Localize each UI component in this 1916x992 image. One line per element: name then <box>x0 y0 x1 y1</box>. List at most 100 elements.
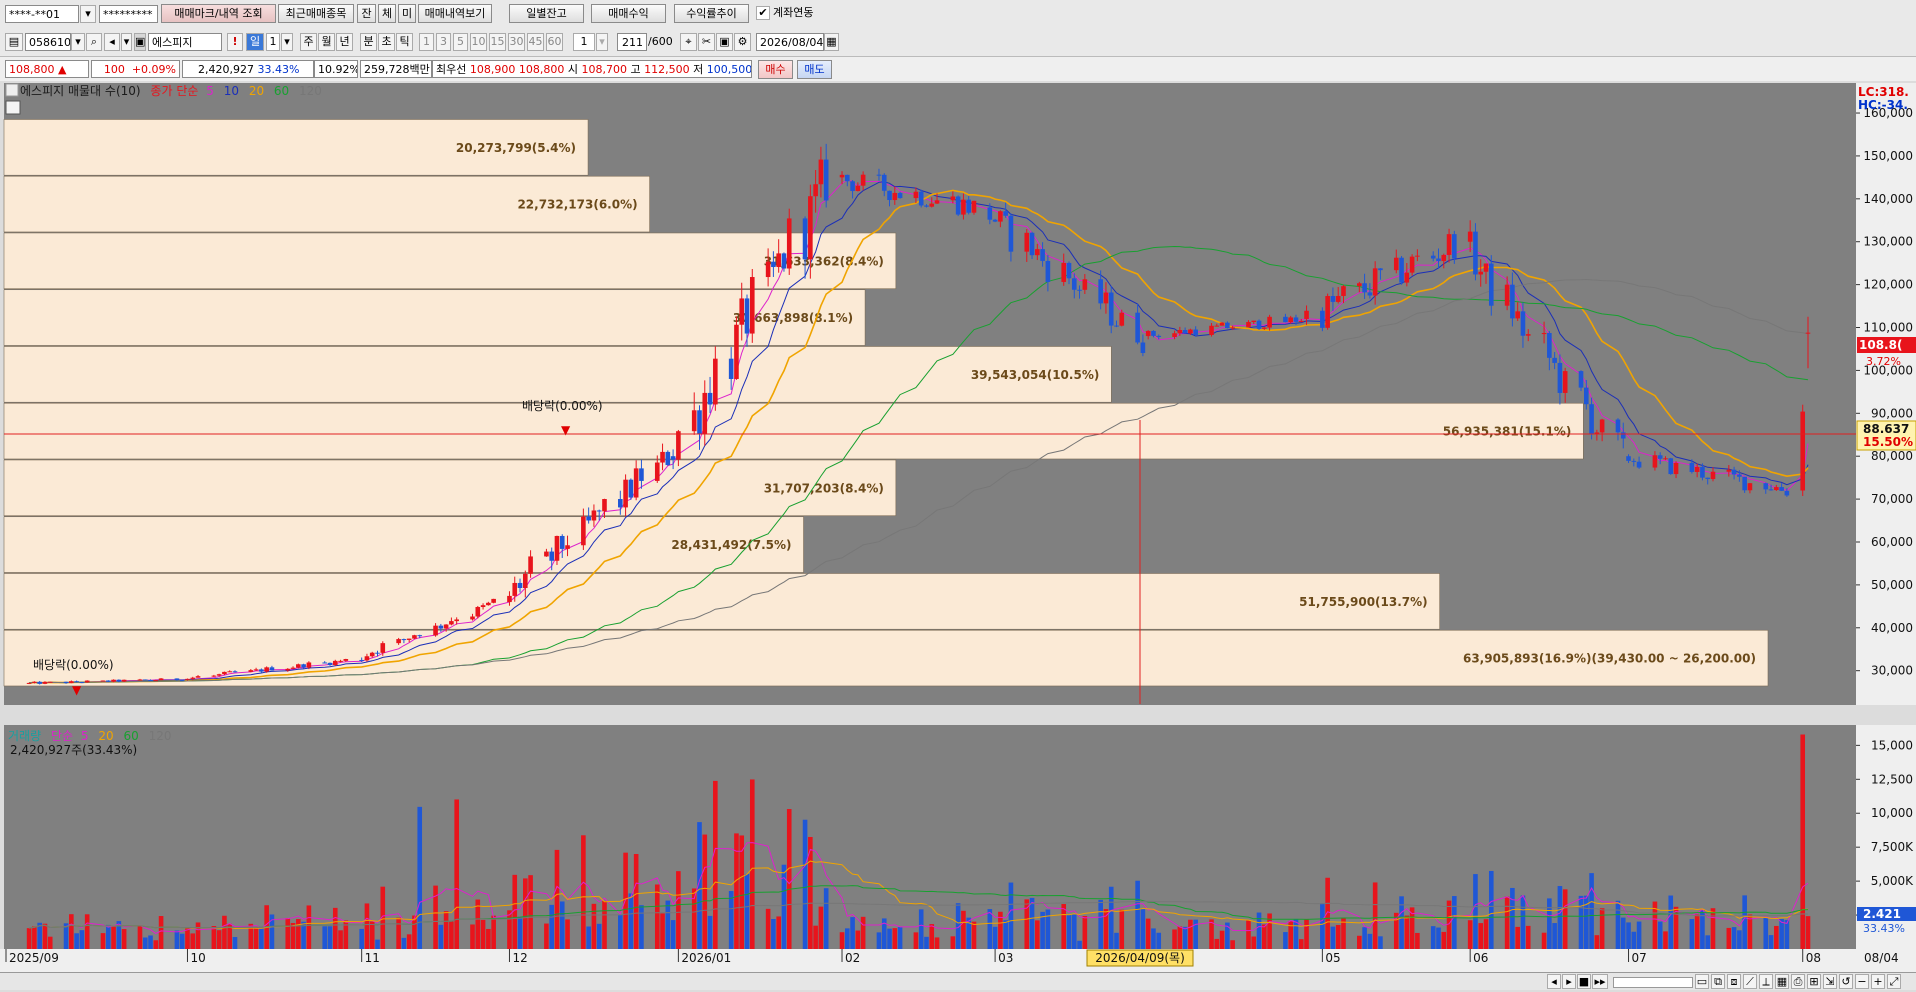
count-unit-dropdown-icon[interactable]: ▾ <box>596 33 608 51</box>
candle-body <box>565 545 570 549</box>
volume-bar <box>417 806 423 949</box>
pane-toggle-icon[interactable] <box>5 83 19 97</box>
chart-list-icon[interactable] <box>5 100 21 115</box>
volume-bar <box>992 926 998 949</box>
up-arrow-icon: ▲ <box>58 63 67 76</box>
minute-60-tab[interactable]: 60 <box>546 33 563 51</box>
scroll-first-icon[interactable]: ◂ <box>1547 974 1561 989</box>
candle-body <box>211 675 217 677</box>
volume-bar <box>1710 908 1716 949</box>
tab-executed[interactable]: 체 <box>378 4 396 23</box>
period-year-tab[interactable]: 년 <box>336 33 353 51</box>
scroll-last-icon[interactable]: ▸▸ <box>1592 974 1608 989</box>
stock-chart[interactable]: 63,905,893(16.9%)(39,430.00 ~ 26,200.00)… <box>0 81 1916 989</box>
count-unit-input[interactable]: 1 <box>573 33 595 51</box>
candle-body <box>1246 321 1251 328</box>
zoom-fit-icon[interactable]: ▭ <box>1695 974 1709 989</box>
link-checkbox[interactable]: ✔ <box>756 6 770 20</box>
crosshair-tool-icon[interactable]: ⌖ <box>680 33 697 51</box>
recent-stocks-button[interactable]: 최근매매종목 <box>278 4 354 23</box>
candle-body <box>47 681 53 683</box>
zoom-area-icon[interactable]: ⊞ <box>1807 974 1821 989</box>
layout-icon[interactable]: ⧈ <box>1727 974 1741 989</box>
trade-history-button[interactable]: 매매내역보기 <box>418 4 492 23</box>
calendar-icon[interactable]: ▦ <box>824 33 839 51</box>
buy-button[interactable]: 매수 <box>758 60 793 79</box>
volume-bar <box>850 917 855 949</box>
candle-body <box>1589 404 1594 434</box>
code-dropdown-icon[interactable]: ▾ <box>71 33 85 51</box>
sell-button[interactable]: 매도 <box>797 60 832 79</box>
print-icon[interactable]: ⎙ <box>1791 974 1805 989</box>
trade-profit-button[interactable]: 매매수익 <box>591 4 666 23</box>
bar-count-input[interactable]: 211 <box>617 33 647 51</box>
speaker-dropdown-icon[interactable]: ▾ <box>121 33 132 51</box>
price-axis-label: 30,000 <box>1871 664 1913 678</box>
stock-name-field[interactable]: 에스피지 <box>148 33 222 51</box>
search-icon[interactable]: ⌕ <box>86 33 102 51</box>
zoom-out-icon[interactable]: − <box>1855 974 1869 989</box>
account-dropdown-icon[interactable]: ▾ <box>80 5 96 23</box>
volume-bar <box>522 878 528 949</box>
candle-body <box>1784 490 1790 496</box>
candle-body <box>1520 311 1526 336</box>
settings-icon[interactable]: ⚙ <box>734 33 751 51</box>
toolbar-row-2: ▤ 058610 ▾ ⌕ ◂ ▾ ▣ 에스피지 ! 일 1 ▾ 주 월 년 분 … <box>0 28 1916 57</box>
period-month-tab[interactable]: 월 <box>318 33 335 51</box>
minute-30-tab[interactable]: 30 <box>508 33 525 51</box>
minute-5-tab[interactable]: 5 <box>453 33 468 51</box>
speaker-icon[interactable]: ◂ <box>104 33 120 51</box>
tab-balance[interactable]: 잔 <box>357 4 376 23</box>
period-number[interactable]: 1 <box>266 33 280 51</box>
period-second-tab[interactable]: 초 <box>378 33 395 51</box>
period-tick-tab[interactable]: 틱 <box>396 33 413 51</box>
volume-bar <box>1108 886 1114 949</box>
fullscreen-icon[interactable]: ⤢ <box>1887 974 1901 989</box>
candle-body <box>480 605 486 608</box>
scroll-track[interactable] <box>1613 977 1693 988</box>
export-icon[interactable]: ⇲ <box>1823 974 1837 989</box>
volume-bar <box>1737 930 1742 949</box>
date-axis-label: 08 <box>1806 951 1821 965</box>
candle-body <box>934 200 940 204</box>
account-select[interactable]: ****-**01 <box>5 5 79 23</box>
date-input[interactable]: 2026/08/04 <box>756 33 824 51</box>
play-icon[interactable]: ▸ <box>1562 974 1576 989</box>
period-week-tab[interactable]: 주 <box>300 33 317 51</box>
grid-icon[interactable]: ▦ <box>1775 974 1789 989</box>
minute-45-tab[interactable]: 45 <box>527 33 544 51</box>
minute-1-tab[interactable]: 1 <box>419 33 434 51</box>
chart-menu-icon[interactable]: ▤ <box>5 33 23 51</box>
daily-balance-button[interactable]: 일별잔고 <box>509 4 584 23</box>
ex-dividend-label-1: 배당락(0.00%) <box>33 658 114 672</box>
period-minute-tab[interactable]: 분 <box>360 33 377 51</box>
volume-bar <box>195 922 201 949</box>
candle-body <box>1151 330 1156 336</box>
profit-rate-button[interactable]: 수익률추이 <box>674 4 749 23</box>
stop-icon[interactable]: ■ <box>1577 974 1591 989</box>
minute-3-tab[interactable]: 3 <box>436 33 451 51</box>
tab-unexecuted[interactable]: 미 <box>398 4 416 23</box>
save-icon[interactable]: ▣ <box>716 33 733 51</box>
minute-15-tab[interactable]: 15 <box>489 33 506 51</box>
reset-icon[interactable]: ↺ <box>1839 974 1853 989</box>
period-dropdown-icon[interactable]: ▾ <box>281 33 293 51</box>
minute-10-tab[interactable]: 10 <box>470 33 487 51</box>
password-field[interactable]: ********* <box>99 5 158 23</box>
legend-ma5: 5 <box>206 84 214 98</box>
trade-mark-button[interactable]: 매매마크/내역 조회 <box>161 4 276 23</box>
period-day-tab[interactable]: 일 <box>246 33 264 51</box>
volume-bar <box>1135 880 1140 949</box>
scissors-icon[interactable]: ✂ <box>698 33 715 51</box>
volume-bar <box>1446 900 1452 949</box>
alert-icon[interactable]: ! <box>227 33 243 51</box>
chart-area[interactable]: 63,905,893(16.9%)(39,430.00 ~ 26,200.00)… <box>0 81 1916 989</box>
stock-code-input[interactable]: 058610 <box>25 33 71 51</box>
measure-icon[interactable]: ⟂ <box>1759 974 1773 989</box>
copy-icon[interactable]: ⧉ <box>1711 974 1725 989</box>
ruler-icon[interactable]: ⟋ <box>1743 974 1757 989</box>
candle-body <box>1689 462 1695 472</box>
volume-bar <box>660 913 665 949</box>
volume-bar <box>633 854 639 949</box>
zoom-in-icon[interactable]: + <box>1871 974 1885 989</box>
